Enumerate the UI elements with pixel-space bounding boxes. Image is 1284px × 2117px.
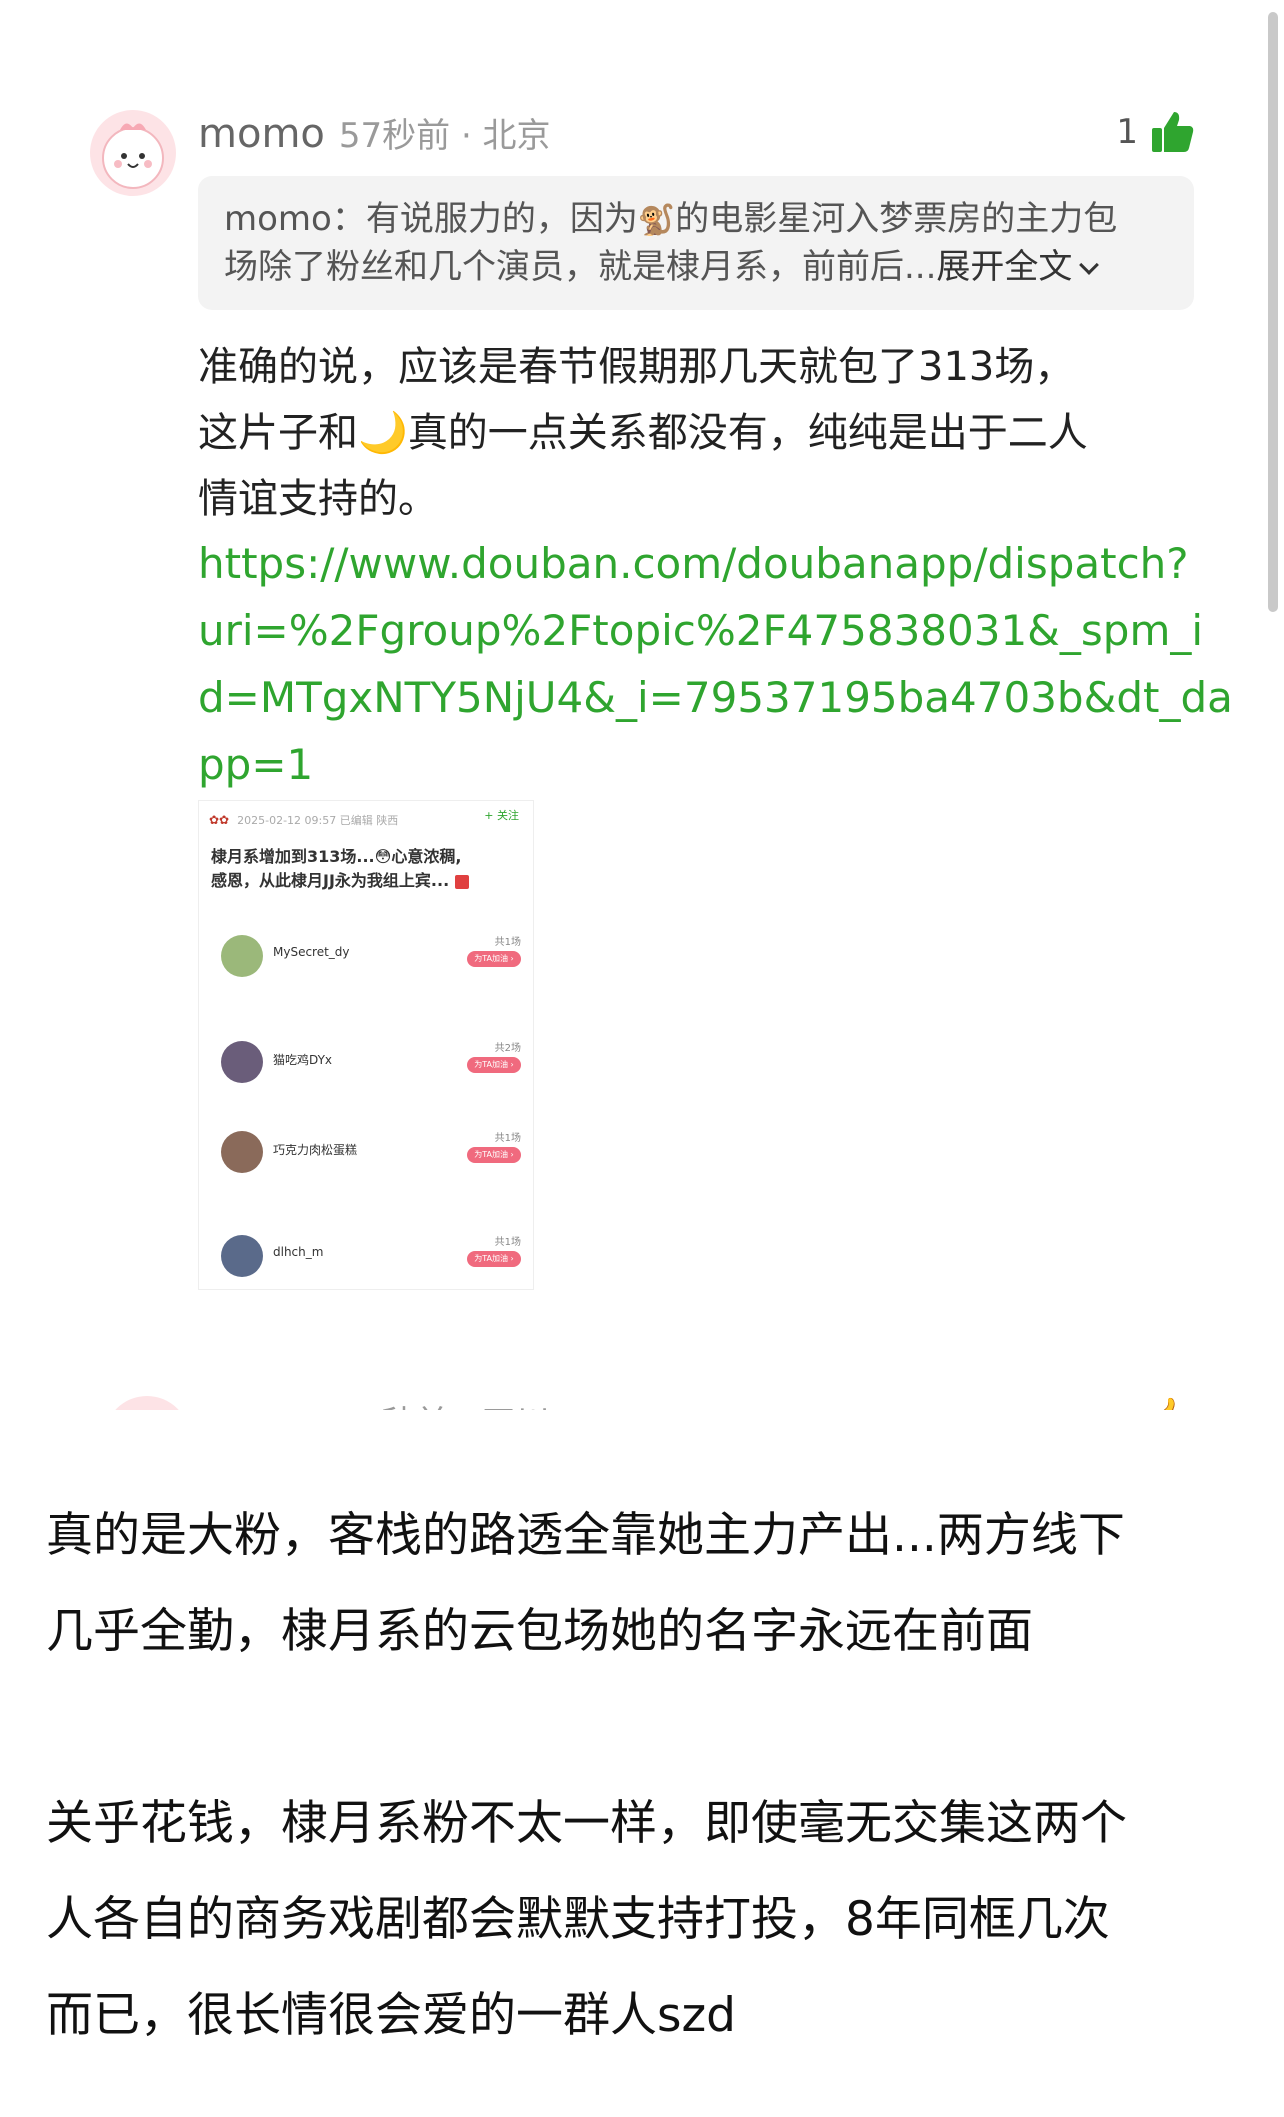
- image-header: ✿✿ 2025-02-12 09:57 已编辑 陕西: [209, 809, 398, 831]
- comment-line-2-prefix: 这片子和: [198, 410, 358, 456]
- quoted-reply[interactable]: momo：有说服力的，因为🐒的电影星河入梦票房的主力包 场除了粉丝和几个演员，就…: [198, 176, 1194, 310]
- attached-image[interactable]: ✿✿ 2025-02-12 09:57 已编辑 陕西 + 关注 棣月系增加到31…: [198, 800, 534, 1290]
- thumbs-up-icon[interactable]: 👍: [1148, 1396, 1190, 1410]
- image-cheer-button: 为TA加油 ›: [467, 951, 521, 967]
- image-post-title: 棣月系增加到313场...😳心意浓稠, 感恩，从此棣月JJ永为我组上宾...: [211, 845, 529, 893]
- moon-icon: 🌙: [358, 410, 408, 456]
- douban-link[interactable]: https://www.douban.com/doubanapp/dispatc…: [198, 530, 1233, 798]
- image-user-name: 巧克力肉松蛋糕: [273, 1143, 358, 1157]
- avatar: [221, 935, 263, 977]
- image-cheer-button: 为TA加油 ›: [467, 1147, 521, 1163]
- like-button[interactable]: 1: [1116, 108, 1196, 156]
- image-user-name: MySecret_dy: [273, 945, 350, 959]
- comment-line-1: 准确的说，应该是春节假期那几天就包了313场，: [198, 344, 1075, 390]
- quote-suffix: 的电影星河入梦票房的主力包: [675, 199, 1118, 239]
- hot-badge-icon: [454, 874, 469, 889]
- comment-line-2-suffix: 真的一点关系都没有，纯纯是出于二人: [407, 410, 1088, 456]
- image-follow-label: + 关注: [484, 809, 519, 822]
- image-user-count: 共1场: [494, 1133, 521, 1144]
- link-line[interactable]: pp=1: [198, 731, 1202, 798]
- avatar: [221, 1235, 263, 1277]
- post-line: 几乎全勤，棣月系的云包场她的名字永远在前面: [46, 1604, 1033, 1659]
- group-logo-icon: ✿✿: [209, 813, 230, 827]
- image-user-name: 猫吃鸡DYx: [273, 1053, 333, 1067]
- avatar: [104, 1396, 190, 1410]
- post-body: 真的是大粉，客栈的路透全靠她主力产出...两方线下 几乎全勤，棣月系的云包场她的…: [46, 1488, 1246, 2064]
- image-user-count: 共1场: [494, 1237, 521, 1248]
- image-cheer-button: 为TA加油 ›: [467, 1057, 521, 1073]
- comment-time-location: 57秒前 · 北京: [338, 116, 551, 156]
- image-cheer-button: 为TA加油 ›: [467, 1251, 521, 1267]
- next-comment-peek: 47秒前 · 四川 👍: [90, 1392, 1200, 1410]
- scrollbar[interactable]: [1268, 12, 1278, 612]
- image-user-count: 共2场: [494, 1043, 521, 1054]
- link-line[interactable]: d=MTgxNTY5NjU4&_i=79537195ba4703b&dt_da: [198, 664, 1233, 731]
- comment-text: 准确的说，应该是春节假期那几天就包了313场， 这片子和🌙真的一点关系都没有，纯…: [198, 334, 1198, 532]
- post-line: 而已，很长情很会爱的一群人szd: [46, 1988, 736, 2043]
- avatar: [221, 1041, 263, 1083]
- image-list-item: dlhch_m 共1场 为TA加油 ›: [221, 1231, 521, 1281]
- image-list-item: 巧克力肉松蛋糕 共1场 为TA加油 ›: [221, 1127, 521, 1177]
- thumbs-up-icon[interactable]: [1148, 108, 1196, 156]
- post-line: 真的是大粉，客栈的路透全靠她主力产出...两方线下: [46, 1508, 1125, 1563]
- link-line[interactable]: https://www.douban.com/doubanapp/dispatc…: [198, 530, 1202, 597]
- comment-screenshot: momo 57秒前 · 北京 1 momo：有说服力的，因为🐒的电影星河入梦票房…: [0, 0, 1284, 1410]
- post-line: 关乎花钱，棣月系粉不太一样，即使毫无交集这两个: [46, 1796, 1127, 1851]
- expand-full-text-link[interactable]: 展开全文: [936, 247, 1072, 287]
- image-list-item: 猫吃鸡DYx 共2场 为TA加油 ›: [221, 1037, 521, 1087]
- image-title-line-1: 棣月系增加到313场...😳心意浓稠,: [211, 847, 462, 866]
- image-post-date: 2025-02-12 09:57 已编辑 陕西: [237, 814, 399, 827]
- quote-prefix: momo：有说服力的，因为: [224, 199, 638, 239]
- author-name[interactable]: momo: [198, 111, 325, 157]
- image-user-count: 共1场: [494, 937, 521, 948]
- comment-meta: momo 57秒前 · 北京: [198, 108, 551, 158]
- image-user-name: dlhch_m: [273, 1245, 324, 1259]
- next-comment-meta: 47秒前 · 四川: [338, 1396, 550, 1410]
- comment-line-3: 情谊支持的。: [198, 476, 438, 522]
- chevron-down-icon[interactable]: [1079, 255, 1100, 275]
- avatar: [221, 1131, 263, 1173]
- like-count: 1: [1116, 112, 1138, 152]
- monkey-icon: 🐒: [637, 203, 676, 238]
- avatar[interactable]: [90, 110, 176, 196]
- post-line: 人各自的商务戏剧都会默默支持打投，8年同框几次: [46, 1892, 1110, 1947]
- quote-line-2: 场除了粉丝和几个演员，就是棣月系，前前后...: [224, 247, 937, 287]
- image-title-line-2: 感恩，从此棣月JJ永为我组上宾...: [211, 871, 450, 890]
- link-line[interactable]: uri=%2Fgroup%2Ftopic%2F475838031&_spm_i: [198, 597, 1203, 664]
- image-list-item: MySecret_dy 共1场 为TA加油 ›: [221, 931, 521, 981]
